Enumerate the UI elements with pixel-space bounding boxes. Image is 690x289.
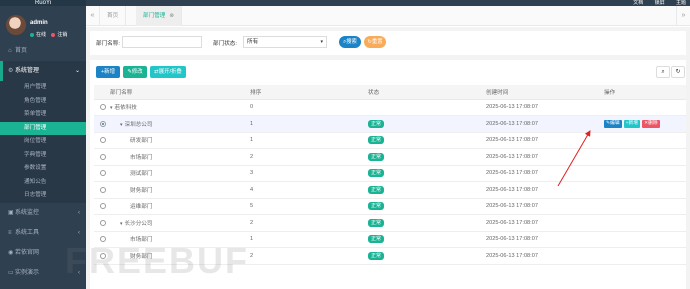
- annotation-arrow: [557, 130, 591, 187]
